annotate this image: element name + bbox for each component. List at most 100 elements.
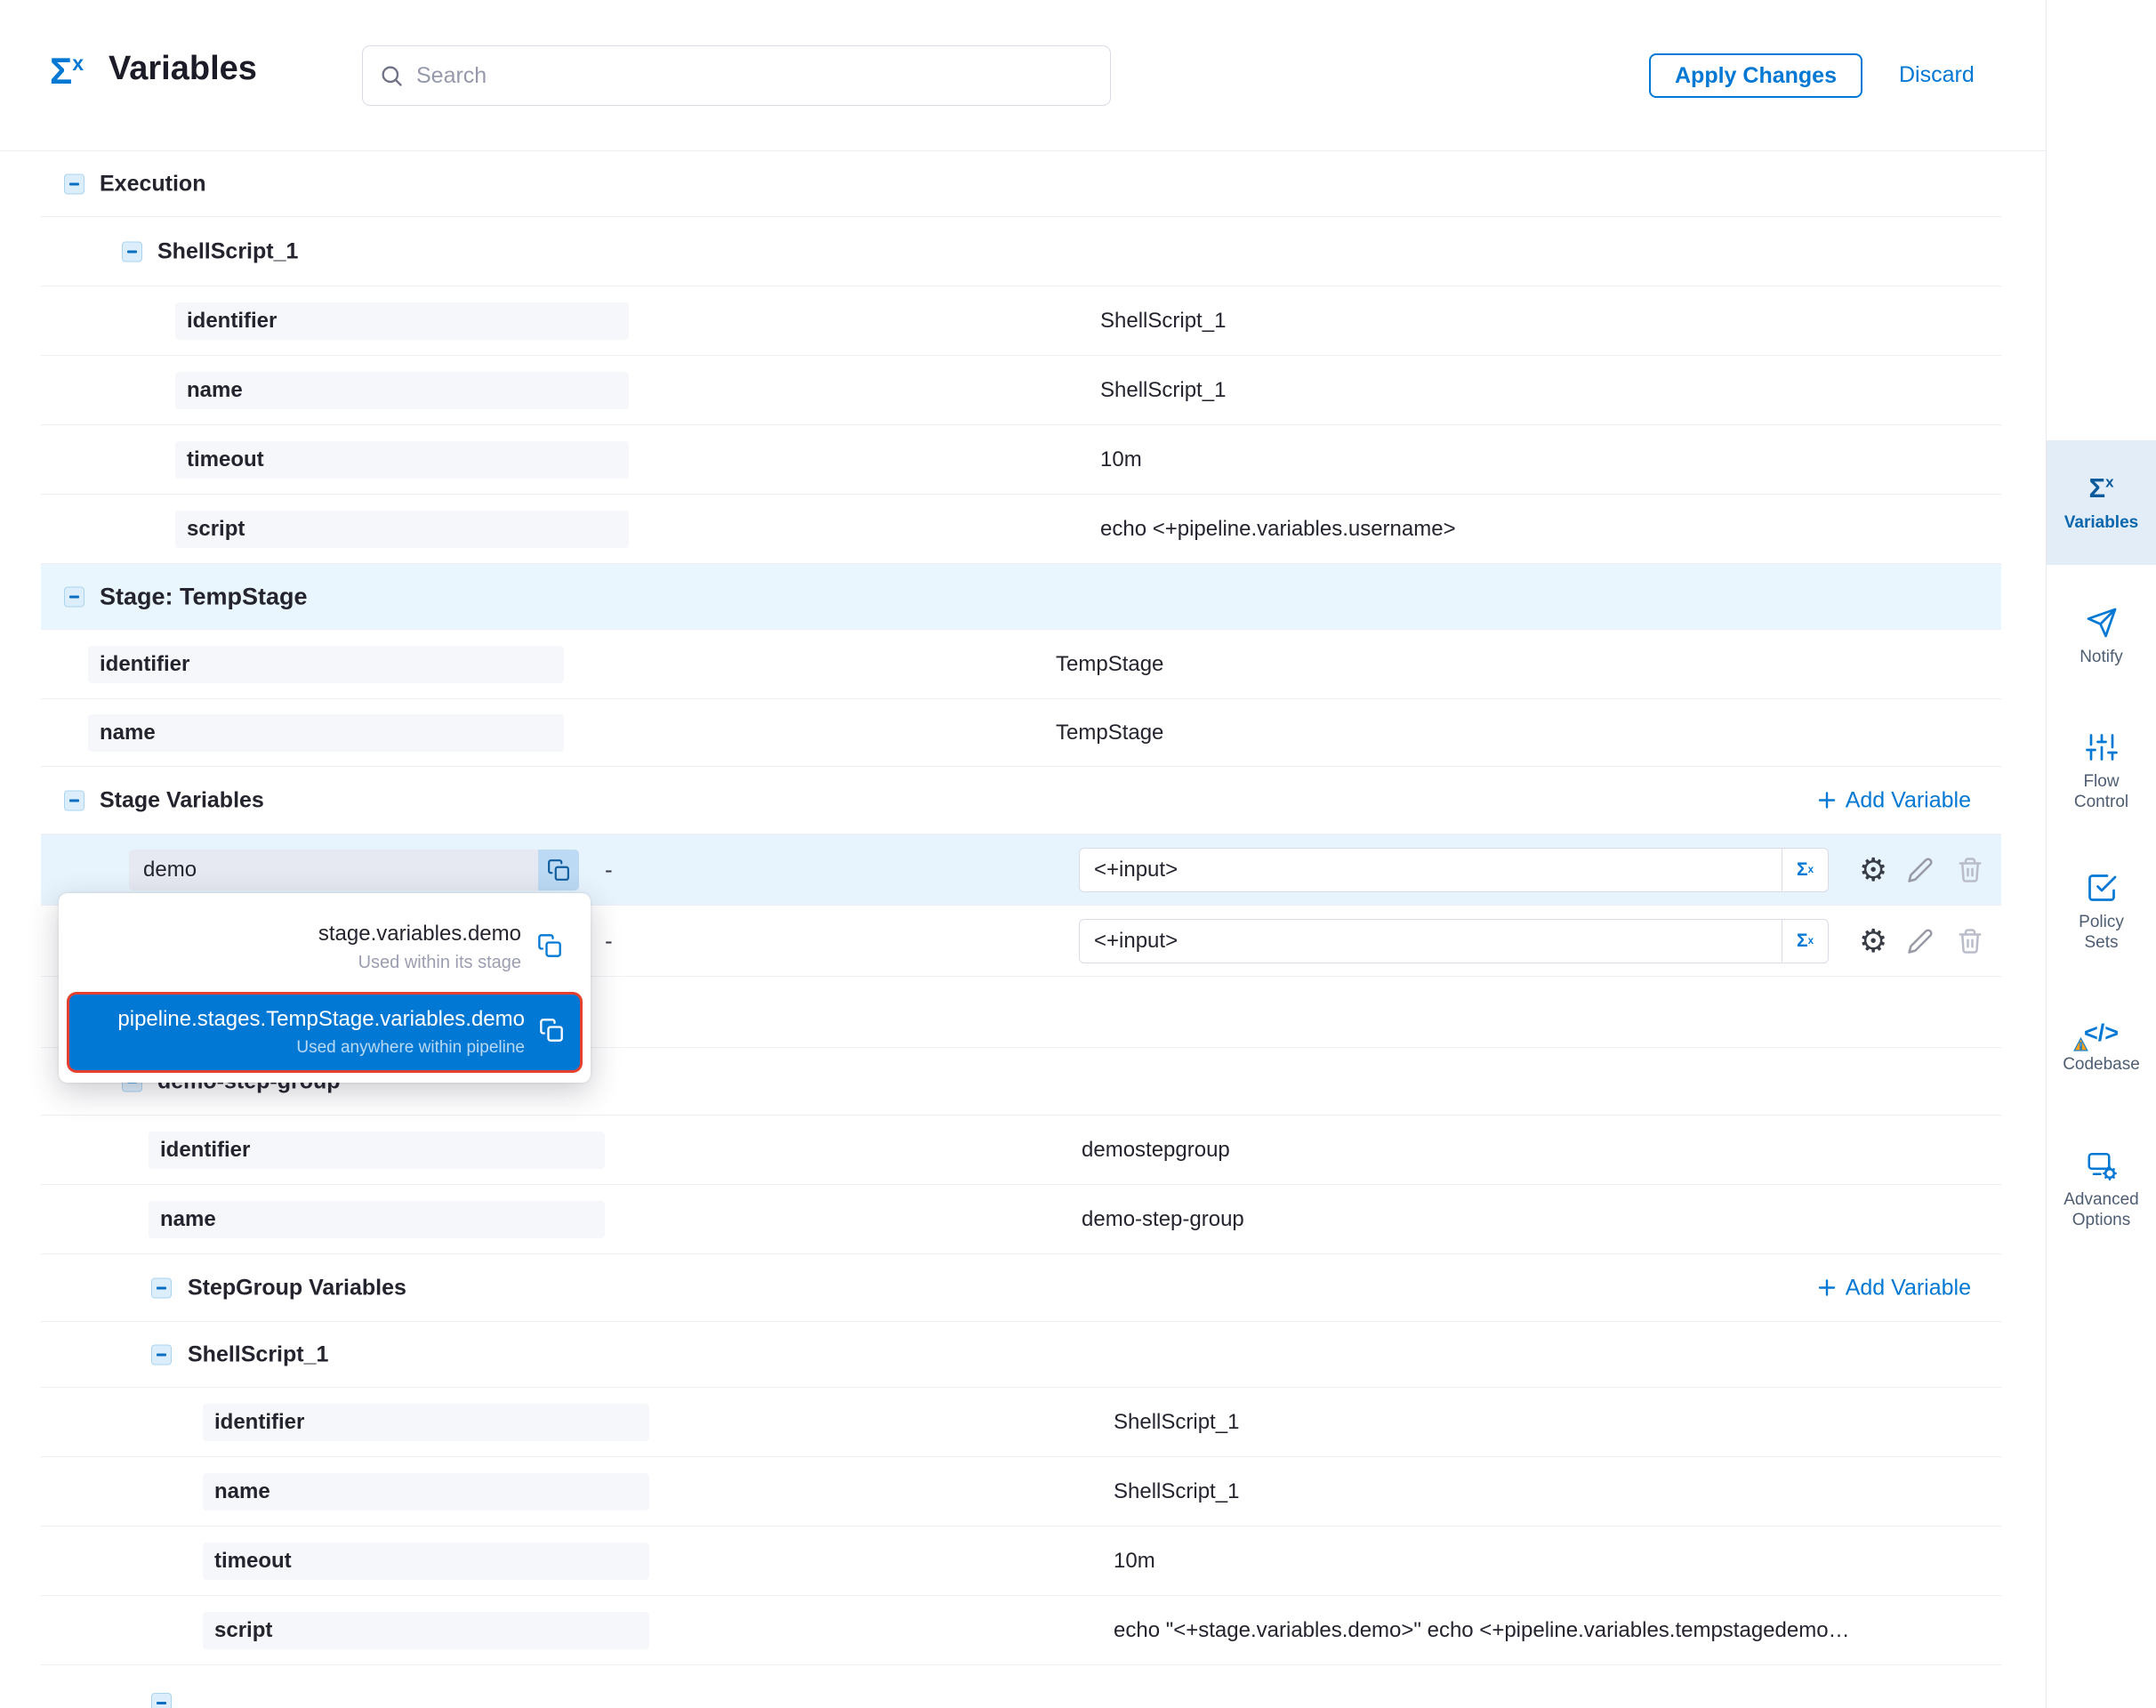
field-row-name: name ShellScript_1 — [41, 1457, 2001, 1527]
copy-icon[interactable] — [539, 1018, 564, 1047]
rail-item-notify[interactable]: Notify — [2047, 607, 2156, 667]
rail-item-flow-control[interactable]: Flow Control — [2047, 731, 2156, 812]
field-row-identifier: identifier TempStage — [41, 630, 2001, 699]
field-label: script — [175, 517, 245, 542]
collapse-icon[interactable] — [122, 241, 142, 262]
field-label: script — [203, 1618, 272, 1643]
field-label: name — [203, 1479, 270, 1504]
policy-check-icon — [2086, 872, 2118, 904]
tree-row-shellscript-2: ShellScript_1 — [41, 1322, 2001, 1388]
tree-row-execution: Execution — [41, 151, 2001, 217]
variable-path-option[interactable]: stage.variables.demo Used within its sta… — [68, 902, 582, 991]
right-nav-rail: Σx Variables Notify Flow Control Policy … — [2046, 0, 2156, 1708]
field-value: ShellScript_1 — [1114, 1479, 1239, 1504]
copy-icon — [547, 858, 570, 882]
settings-gear-icon[interactable]: ⚙ — [1859, 925, 1887, 957]
tree-row-shellscript: ShellScript_1 — [41, 217, 2001, 286]
variable-separator: - — [605, 927, 613, 955]
collapse-icon[interactable] — [151, 1277, 172, 1298]
collapse-icon[interactable] — [64, 790, 84, 810]
collapse-icon[interactable] — [64, 586, 84, 607]
field-row-name: name TempStage — [41, 699, 2001, 767]
field-label-strip: name — [88, 714, 564, 752]
rail-item-variables[interactable]: Σx Variables — [2047, 440, 2156, 565]
flow-control-sliders-icon — [2086, 731, 2118, 763]
runtime-input-icon[interactable]: Σx — [1782, 849, 1828, 891]
search-box[interactable] — [362, 45, 1111, 106]
plus-icon — [1816, 790, 1838, 811]
field-label-strip: script — [175, 511, 629, 548]
tree-label: Execution — [100, 171, 205, 197]
pipeline-variables-panel: Σx Variables Apply Changes Discard Execu… — [0, 0, 2156, 1708]
delete-trash-icon[interactable] — [1957, 928, 1983, 955]
page-title: Variables — [109, 50, 257, 88]
variable-path-popover: stage.variables.demo Used within its sta… — [59, 893, 591, 1083]
variable-value-input[interactable]: <+input> Σx — [1079, 919, 1829, 963]
rail-item-policy-sets[interactable]: Policy Sets — [2047, 872, 2156, 953]
field-row-script: script echo "<+stage.variables.demo>" ec… — [41, 1596, 2001, 1665]
field-label: identifier — [149, 1138, 250, 1163]
rail-item-advanced-options[interactable]: Advanced Options — [2047, 1149, 2156, 1230]
field-value: ShellScript_1 — [1114, 1410, 1239, 1435]
field-value: TempStage — [1056, 652, 1163, 677]
codebase-icon: </> — [2084, 1019, 2119, 1046]
variables-tree: Execution ShellScript_1 identifier Shell… — [0, 151, 2046, 1708]
field-row-timeout: timeout 10m — [41, 425, 2001, 495]
edit-pencil-icon[interactable] — [1907, 857, 1934, 883]
variable-separator: - — [605, 856, 613, 883]
rail-item-codebase[interactable]: </> Codebase — [2047, 1019, 2156, 1075]
variable-path-option-selected[interactable]: pipeline.stages.TempStage.variables.demo… — [69, 995, 580, 1070]
search-icon — [379, 63, 404, 88]
collapse-icon[interactable] — [64, 173, 84, 194]
field-value: echo <+pipeline.variables.username> — [1100, 517, 1456, 542]
path-text: pipeline.stages.TempStage.variables.demo — [117, 1007, 525, 1032]
field-label-strip: name — [203, 1473, 649, 1511]
copy-icon[interactable] — [537, 933, 562, 963]
apply-changes-button[interactable]: Apply Changes — [1649, 53, 1862, 98]
field-label-strip: identifier — [203, 1404, 649, 1441]
field-label-strip: identifier — [175, 302, 629, 340]
field-value: TempStage — [1056, 721, 1163, 745]
advanced-options-icon — [2086, 1149, 2118, 1181]
discard-link[interactable]: Discard — [1899, 62, 1975, 88]
copy-variable-button[interactable] — [538, 850, 579, 890]
delete-trash-icon[interactable] — [1957, 857, 1983, 883]
field-row-timeout: timeout 10m — [41, 1527, 2001, 1596]
variable-name-field[interactable]: demo — [129, 850, 579, 890]
runtime-input-icon[interactable]: Σx — [1782, 920, 1828, 963]
field-label: timeout — [203, 1549, 292, 1574]
field-value: demostepgroup — [1082, 1138, 1230, 1163]
collapse-icon[interactable] — [151, 1693, 172, 1708]
partial-row — [41, 1665, 2001, 1708]
field-row-name: name demo-step-group — [41, 1185, 2001, 1254]
field-row-script: script echo <+pipeline.variables.usernam… — [41, 495, 2001, 564]
path-scope: Used within its stage — [318, 953, 521, 973]
search-input[interactable] — [416, 63, 1094, 89]
collapse-icon[interactable] — [151, 1344, 172, 1365]
path-scope: Used anywhere within pipeline — [117, 1038, 525, 1058]
tree-label: Stage Variables — [100, 787, 264, 813]
field-label-strip: identifier — [88, 646, 564, 683]
add-variable-button[interactable]: Add Variable — [1816, 787, 1971, 813]
field-label: identifier — [88, 652, 189, 677]
field-label: timeout — [175, 447, 264, 472]
header: Σx Variables Apply Changes Discard — [0, 0, 2046, 151]
field-label: name — [88, 721, 156, 745]
variables-sigma-icon: Σx — [2088, 472, 2113, 504]
field-value: 10m — [1114, 1549, 1155, 1574]
field-value: ShellScript_1 — [1100, 378, 1226, 403]
variable-value-input[interactable]: <+input> Σx — [1079, 848, 1829, 892]
add-variable-button[interactable]: Add Variable — [1816, 1275, 1971, 1301]
tree-label: ShellScript_1 — [188, 1341, 328, 1367]
field-label: identifier — [203, 1410, 304, 1435]
tree-row-stage: Stage: TempStage — [41, 564, 2001, 630]
settings-gear-icon[interactable]: ⚙ — [1859, 854, 1887, 886]
tree-row-stepgroup-variables: StepGroup Variables Add Variable — [41, 1254, 2001, 1322]
field-row-name: name ShellScript_1 — [41, 356, 2001, 425]
field-label-strip: timeout — [175, 441, 629, 479]
field-label: name — [175, 378, 243, 403]
edit-pencil-icon[interactable] — [1907, 928, 1934, 955]
field-row-identifier: identifier demostepgroup — [41, 1116, 2001, 1185]
warning-icon — [2073, 1037, 2088, 1051]
field-row-identifier: identifier ShellScript_1 — [41, 1388, 2001, 1457]
